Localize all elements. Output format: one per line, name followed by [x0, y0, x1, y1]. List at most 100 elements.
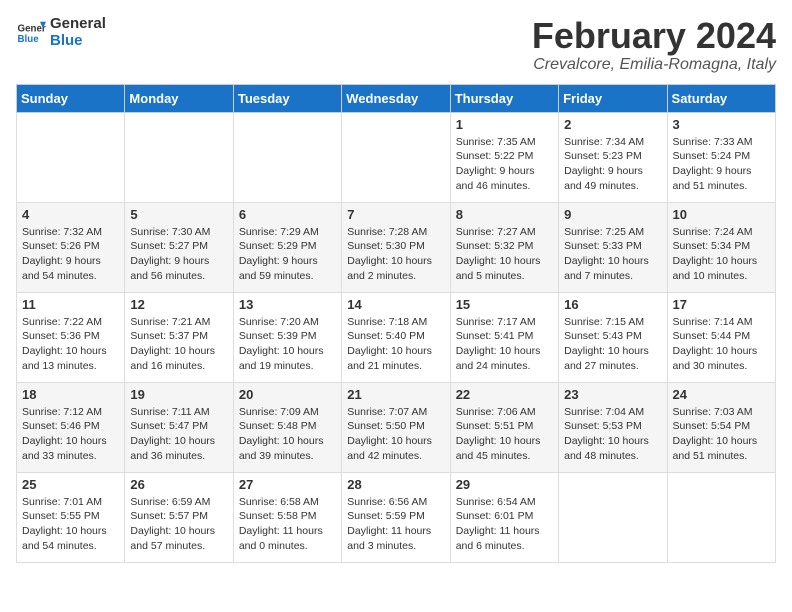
day-cell: 17 Sunrise: 7:14 AMSunset: 5:44 PMDayligh…: [667, 292, 775, 382]
day-number: 7: [347, 207, 444, 222]
day-info: Sunrise: 7:09 AMSunset: 5:48 PMDaylight:…: [239, 405, 336, 464]
day-cell: 10Sunrise: 7:24 AMSunset: 5:34 PMDayligh…: [667, 202, 775, 292]
day-cell: 14Sunrise: 7:18 AMSunset: 5:40 PMDayligh…: [342, 292, 450, 382]
day-cell: 3Sunrise: 7:33 AMSunset: 5:24 PMDaylight…: [667, 112, 775, 202]
day-number: 2: [564, 117, 661, 132]
day-info: Sunrise: 7:28 AMSunset: 5:30 PMDaylight:…: [347, 225, 444, 284]
col-header-sunday: Sunday: [17, 84, 125, 112]
week-row-1: 1 Sunrise: 7:35 AMSunset: 5:22 PMDaylight…: [17, 112, 776, 202]
day-cell: 28Sunrise: 6:56 AMSunset: 5:59 PMDayligh…: [342, 472, 450, 562]
week-row-5: 25 Sunrise: 7:01 AMSunset: 5:55 PMDayligh…: [17, 472, 776, 562]
day-cell: 21Sunrise: 7:07 AMSunset: 5:50 PMDayligh…: [342, 382, 450, 472]
day-cell: 29 Sunrise: 6:54 AMSunset: 6:01 PMDayligh…: [450, 472, 558, 562]
day-cell: [342, 112, 450, 202]
day-cell: [125, 112, 233, 202]
calendar-table: SundayMondayTuesdayWednesdayThursdayFrid…: [16, 84, 776, 563]
day-cell: 8Sunrise: 7:27 AMSunset: 5:32 PMDaylight…: [450, 202, 558, 292]
day-cell: 6 Sunrise: 7:29 AMSunset: 5:29 PMDaylight…: [233, 202, 341, 292]
day-info: Sunrise: 7:25 AMSunset: 5:33 PMDaylight:…: [564, 225, 661, 284]
day-info: Sunrise: 7:22 AMSunset: 5:36 PMDaylight:…: [22, 315, 119, 374]
day-number: 24: [673, 387, 770, 402]
day-number: 19: [130, 387, 227, 402]
day-number: 27: [239, 477, 336, 492]
day-number: 6: [239, 207, 336, 222]
day-cell: 4 Sunrise: 7:32 AMSunset: 5:26 PMDaylight…: [17, 202, 125, 292]
day-info: Sunrise: 7:07 AMSunset: 5:50 PMDaylight:…: [347, 405, 444, 464]
day-cell: 18 Sunrise: 7:12 AMSunset: 5:46 PMDayligh…: [17, 382, 125, 472]
day-info: Sunrise: 7:21 AMSunset: 5:37 PMDaylight:…: [130, 315, 227, 374]
day-number: 9: [564, 207, 661, 222]
day-info: Sunrise: 7:29 AMSunset: 5:29 PMDaylight:…: [239, 225, 336, 284]
day-info: Sunrise: 6:58 AMSunset: 5:58 PMDaylight:…: [239, 495, 336, 554]
day-cell: 11 Sunrise: 7:22 AMSunset: 5:36 PMDayligh…: [17, 292, 125, 382]
day-info: Sunrise: 7:04 AMSunset: 5:53 PMDaylight:…: [564, 405, 661, 464]
day-cell: 19Sunrise: 7:11 AMSunset: 5:47 PMDayligh…: [125, 382, 233, 472]
logo: General Blue General Blue: [16, 16, 106, 49]
day-cell: 12 Sunrise: 7:21 AMSunset: 5:37 PMDayligh…: [125, 292, 233, 382]
day-cell: 25 Sunrise: 7:01 AMSunset: 5:55 PMDayligh…: [17, 472, 125, 562]
day-cell: 9 Sunrise: 7:25 AMSunset: 5:33 PMDaylight…: [559, 202, 667, 292]
day-cell: 23 Sunrise: 7:04 AMSunset: 5:53 PMDayligh…: [559, 382, 667, 472]
day-number: 13: [239, 297, 336, 312]
day-info: Sunrise: 7:35 AMSunset: 5:22 PMDaylight:…: [456, 135, 553, 194]
day-number: 15: [456, 297, 553, 312]
day-number: 20: [239, 387, 336, 402]
day-number: 1: [456, 117, 553, 132]
header: General Blue General Blue February 2024 …: [16, 16, 776, 74]
day-number: 10: [673, 207, 770, 222]
col-header-saturday: Saturday: [667, 84, 775, 112]
logo-line1: General: [50, 16, 106, 33]
day-cell: 5 Sunrise: 7:30 AMSunset: 5:27 PMDaylight…: [125, 202, 233, 292]
day-number: 25: [22, 477, 119, 492]
day-info: Sunrise: 7:14 AMSunset: 5:44 PMDaylight:…: [673, 315, 770, 374]
day-cell: 22 Sunrise: 7:06 AMSunset: 5:51 PMDayligh…: [450, 382, 558, 472]
week-row-2: 4 Sunrise: 7:32 AMSunset: 5:26 PMDaylight…: [17, 202, 776, 292]
day-number: 26: [130, 477, 227, 492]
subtitle: Crevalcore, Emilia-Romagna, Italy: [532, 56, 776, 74]
calendar-header-row: SundayMondayTuesdayWednesdayThursdayFrid…: [17, 84, 776, 112]
svg-text:Blue: Blue: [18, 34, 40, 45]
day-info: Sunrise: 7:03 AMSunset: 5:54 PMDaylight:…: [673, 405, 770, 464]
day-number: 14: [347, 297, 444, 312]
day-cell: [667, 472, 775, 562]
day-number: 29: [456, 477, 553, 492]
title-area: February 2024 Crevalcore, Emilia-Romagna…: [532, 16, 776, 74]
day-info: Sunrise: 7:30 AMSunset: 5:27 PMDaylight:…: [130, 225, 227, 284]
col-header-monday: Monday: [125, 84, 233, 112]
day-info: Sunrise: 7:01 AMSunset: 5:55 PMDaylight:…: [22, 495, 119, 554]
day-cell: 13Sunrise: 7:20 AMSunset: 5:39 PMDayligh…: [233, 292, 341, 382]
col-header-thursday: Thursday: [450, 84, 558, 112]
day-info: Sunrise: 7:34 AMSunset: 5:23 PMDaylight:…: [564, 135, 661, 194]
day-number: 3: [673, 117, 770, 132]
logo-icon: General Blue: [16, 18, 46, 48]
day-cell: 7 Sunrise: 7:28 AMSunset: 5:30 PMDaylight…: [342, 202, 450, 292]
day-info: Sunrise: 7:06 AMSunset: 5:51 PMDaylight:…: [456, 405, 553, 464]
day-cell: [559, 472, 667, 562]
day-info: Sunrise: 7:12 AMSunset: 5:46 PMDaylight:…: [22, 405, 119, 464]
day-number: 4: [22, 207, 119, 222]
day-number: 22: [456, 387, 553, 402]
col-header-friday: Friday: [559, 84, 667, 112]
logo-line2: Blue: [50, 33, 106, 50]
day-cell: [17, 112, 125, 202]
day-number: 17: [673, 297, 770, 312]
day-info: Sunrise: 7:32 AMSunset: 5:26 PMDaylight:…: [22, 225, 119, 284]
col-header-tuesday: Tuesday: [233, 84, 341, 112]
day-cell: 1 Sunrise: 7:35 AMSunset: 5:22 PMDaylight…: [450, 112, 558, 202]
week-row-4: 18 Sunrise: 7:12 AMSunset: 5:46 PMDayligh…: [17, 382, 776, 472]
main-title: February 2024: [532, 16, 776, 56]
col-header-wednesday: Wednesday: [342, 84, 450, 112]
day-cell: 2 Sunrise: 7:34 AMSunset: 5:23 PMDaylight…: [559, 112, 667, 202]
day-info: Sunrise: 7:15 AMSunset: 5:43 PMDaylight:…: [564, 315, 661, 374]
day-number: 11: [22, 297, 119, 312]
day-cell: 26 Sunrise: 6:59 AMSunset: 5:57 PMDayligh…: [125, 472, 233, 562]
day-info: Sunrise: 6:54 AMSunset: 6:01 PMDaylight:…: [456, 495, 553, 554]
day-info: Sunrise: 6:59 AMSunset: 5:57 PMDaylight:…: [130, 495, 227, 554]
day-number: 5: [130, 207, 227, 222]
day-number: 16: [564, 297, 661, 312]
day-cell: 20 Sunrise: 7:09 AMSunset: 5:48 PMDayligh…: [233, 382, 341, 472]
day-number: 18: [22, 387, 119, 402]
day-number: 12: [130, 297, 227, 312]
day-cell: 16 Sunrise: 7:15 AMSunset: 5:43 PMDayligh…: [559, 292, 667, 382]
day-number: 23: [564, 387, 661, 402]
